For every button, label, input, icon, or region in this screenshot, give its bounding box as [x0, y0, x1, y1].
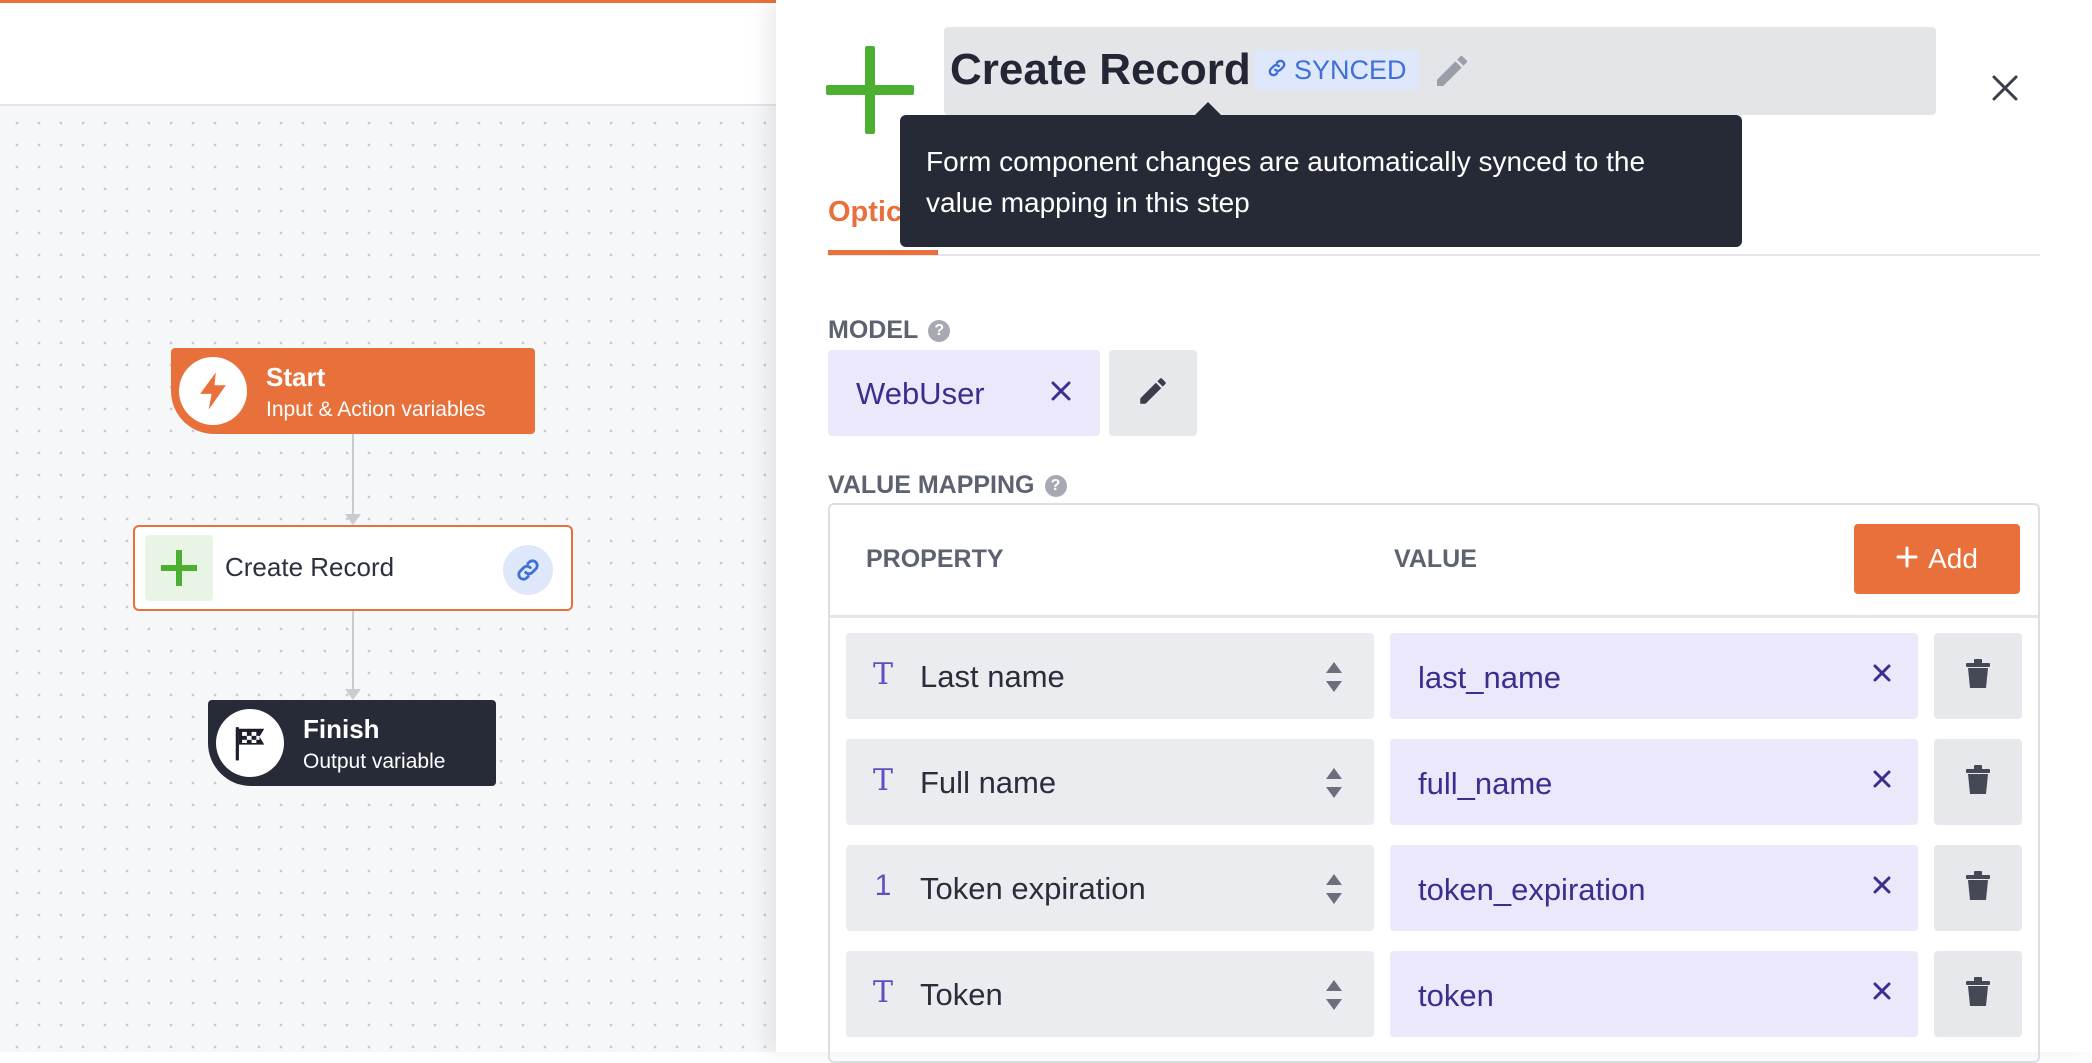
value-label: full_name — [1418, 766, 1553, 801]
property-select[interactable]: T Full name — [846, 739, 1374, 825]
sort-arrows-icon — [1324, 978, 1344, 1017]
tooltip-caret — [1194, 102, 1222, 116]
delete-row-button[interactable] — [1934, 845, 2022, 931]
plus-icon — [1896, 543, 1918, 575]
help-icon[interactable]: ? — [928, 319, 951, 342]
column-header-property: PROPERTY — [866, 545, 1004, 573]
close-icon[interactable] — [1990, 73, 2020, 108]
start-node-title: Start — [266, 362, 326, 392]
sort-arrows-icon — [1324, 872, 1344, 911]
clear-icon[interactable] — [1872, 769, 1892, 794]
property-label: Full name — [920, 765, 1057, 800]
sort-arrows-icon — [1324, 766, 1344, 805]
delete-row-button[interactable] — [1934, 739, 2022, 825]
clear-icon[interactable] — [1050, 380, 1072, 407]
link-icon[interactable] — [503, 545, 553, 595]
value-mapping-section-label: VALUE MAPPING ? — [828, 471, 1067, 500]
plus-icon — [145, 535, 213, 601]
tab-active-indicator — [828, 250, 938, 255]
model-section-label: MODEL ? — [828, 316, 951, 345]
lightning-icon — [179, 357, 247, 425]
number-type-icon: 1 — [874, 869, 892, 902]
pencil-icon[interactable] — [1432, 51, 1472, 96]
clear-icon[interactable] — [1872, 875, 1892, 900]
value-select[interactable]: token_expiration — [1390, 845, 1918, 931]
value-label: token_expiration — [1418, 872, 1646, 907]
text-type-icon: T — [872, 763, 893, 798]
step-config-panel: Create Record SYNCED Optic Form componen… — [776, 0, 2092, 1063]
step-title-field[interactable]: Create Record SYNCED — [944, 27, 1936, 115]
tab-options[interactable]: Optic — [828, 196, 902, 229]
finish-node-subtitle: Output variable — [303, 750, 446, 773]
edit-model-button[interactable] — [1109, 350, 1197, 436]
mapping-row: 1 Token expiration token_expiration — [846, 845, 2022, 931]
checkered-flag-icon — [216, 709, 284, 777]
flow-canvas[interactable]: Start Input & Action variables Create Re… — [0, 0, 776, 1052]
text-type-icon: T — [872, 975, 893, 1010]
finish-node-title: Finish — [303, 714, 380, 744]
trash-icon — [1965, 658, 1991, 694]
create-record-node[interactable]: Create Record — [133, 525, 573, 611]
model-value: WebUser — [856, 376, 985, 411]
delete-row-button[interactable] — [1934, 951, 2022, 1037]
model-select[interactable]: WebUser — [828, 350, 1100, 436]
tabs-divider — [828, 254, 2040, 256]
value-label: token — [1418, 978, 1494, 1013]
add-mapping-button[interactable]: Add — [1854, 524, 2020, 594]
link-icon — [1266, 55, 1288, 86]
sort-arrows-icon — [1324, 660, 1344, 699]
create-record-node-label: Create Record — [225, 552, 395, 582]
value-mapping-table: PROPERTY VALUE Add T Last name last_name… — [828, 503, 2040, 1063]
clear-icon[interactable] — [1872, 981, 1892, 1006]
finish-node[interactable]: Finish Output variable — [208, 700, 496, 786]
delete-row-button[interactable] — [1934, 633, 2022, 719]
canvas-toolbar — [0, 0, 776, 106]
step-title: Create Record — [950, 45, 1251, 94]
connector-arrow — [345, 689, 361, 700]
trash-icon — [1965, 764, 1991, 800]
synced-label: SYNCED — [1294, 54, 1407, 85]
mapping-header: PROPERTY VALUE Add — [830, 505, 2038, 618]
synced-badge[interactable]: SYNCED — [1254, 50, 1419, 90]
property-label: Token — [920, 977, 1003, 1012]
model-label: MODEL — [828, 316, 919, 344]
synced-tooltip: Form component changes are automatically… — [900, 115, 1742, 247]
connector-arrow — [345, 514, 361, 525]
value-select[interactable]: last_name — [1390, 633, 1918, 719]
property-select[interactable]: 1 Token expiration — [846, 845, 1374, 931]
trash-icon — [1965, 870, 1991, 906]
start-node-subtitle: Input & Action variables — [266, 398, 486, 421]
property-select[interactable]: T Token — [846, 951, 1374, 1037]
mapping-row: T Full name full_name — [846, 739, 2022, 825]
connector-start-create — [352, 434, 354, 514]
pencil-icon — [1136, 374, 1170, 413]
column-header-value: VALUE — [1394, 545, 1477, 573]
help-icon[interactable]: ? — [1044, 474, 1067, 497]
value-label: last_name — [1418, 660, 1562, 695]
value-mapping-label: VALUE MAPPING — [828, 471, 1035, 499]
property-label: Last name — [920, 659, 1065, 694]
property-label: Token expiration — [920, 871, 1146, 906]
text-type-icon: T — [872, 657, 893, 692]
mapping-row: T Last name last_name — [846, 633, 2022, 719]
clear-icon[interactable] — [1872, 663, 1892, 688]
trash-icon — [1965, 976, 1991, 1012]
connector-create-finish — [352, 611, 354, 689]
value-select[interactable]: full_name — [1390, 739, 1918, 825]
start-node[interactable]: Start Input & Action variables — [171, 348, 535, 434]
value-select[interactable]: token — [1390, 951, 1918, 1037]
add-button-label: Add — [1928, 543, 1978, 574]
property-select[interactable]: T Last name — [846, 633, 1374, 719]
mapping-row: T Token token — [846, 951, 2022, 1037]
